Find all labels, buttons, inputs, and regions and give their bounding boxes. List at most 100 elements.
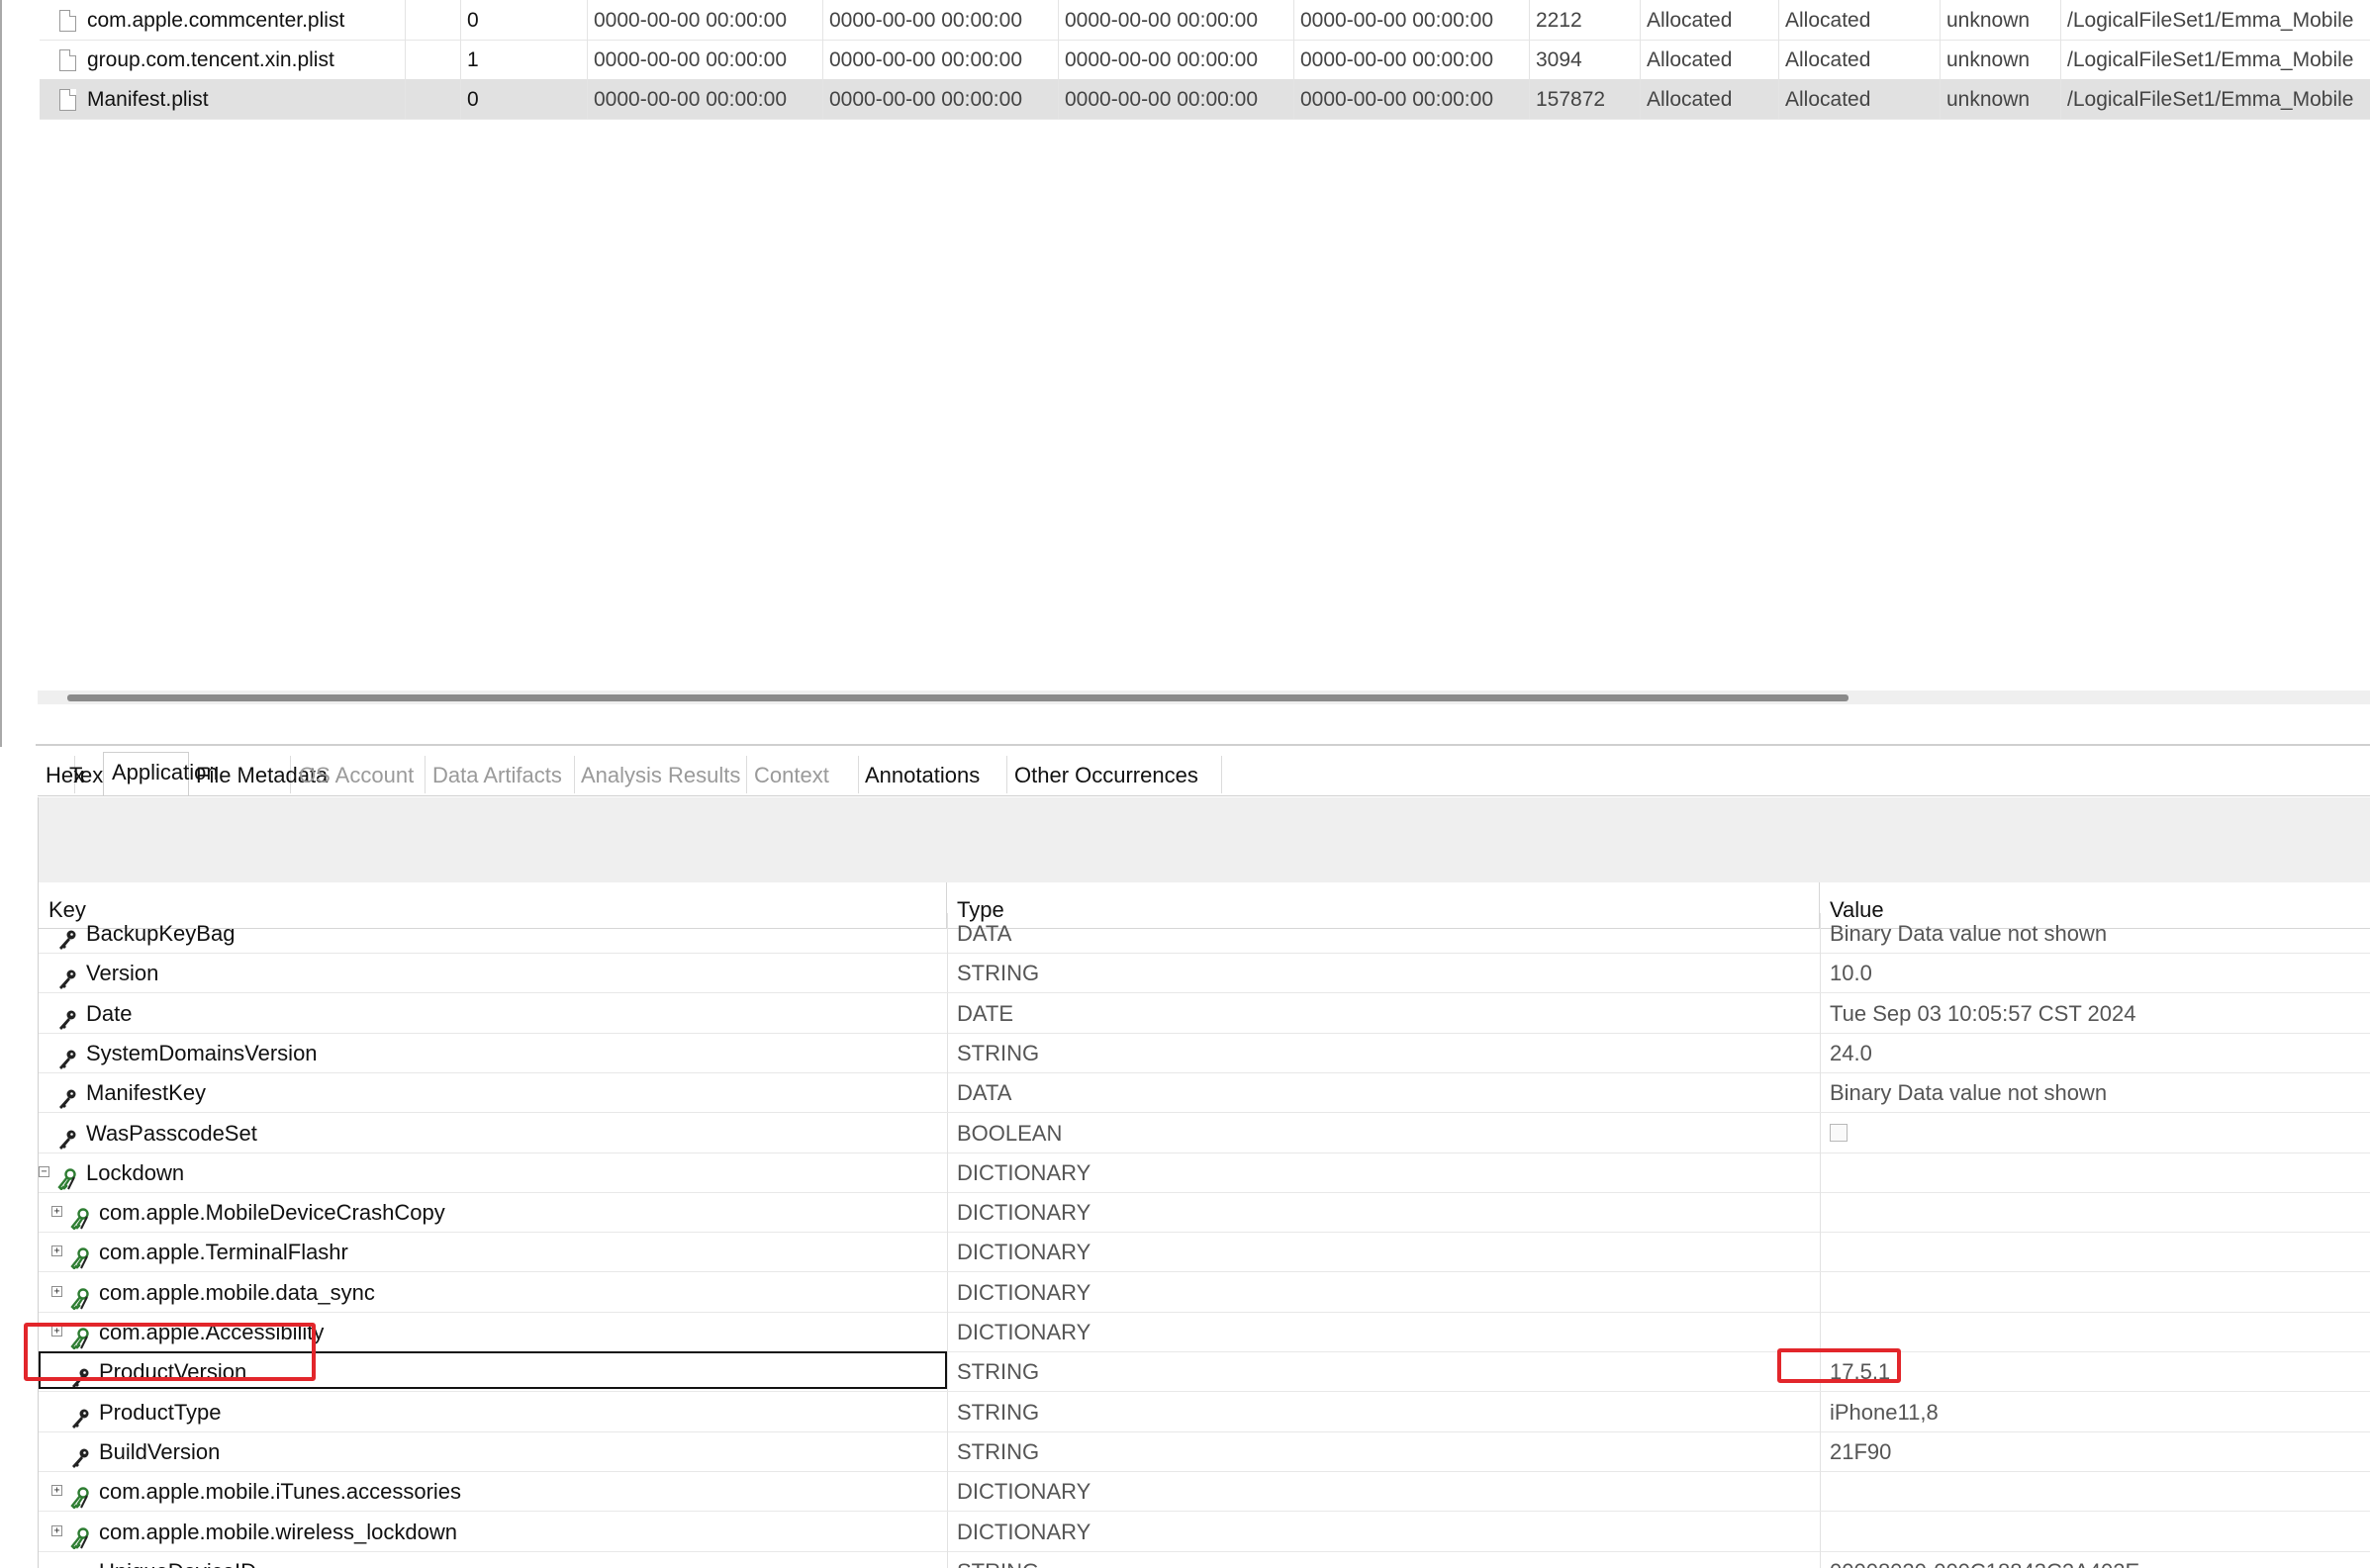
tree-row[interactable]: BuildVersion STRING 21F90: [39, 1430, 2370, 1472]
expand-toggle[interactable]: +: [51, 1206, 62, 1218]
tree-type-cell[interactable]: STRING: [947, 1032, 1820, 1072]
tree-type-cell[interactable]: DATA: [947, 913, 1820, 953]
tree-value-cell[interactable]: 00008020-000C18843C2A402E: [1820, 1550, 2370, 1568]
collapse-toggle[interactable]: −: [39, 1165, 49, 1177]
file-row[interactable]: group.com.tencent.xin.plist 1 0000-00-00 0…: [40, 40, 2370, 80]
tree-type-cell[interactable]: STRING: [947, 1430, 1820, 1471]
tree-value-cell[interactable]: 21F90: [1820, 1430, 2370, 1471]
tree-row[interactable]: + com.apple.mobile.iTunes.accessories DICT…: [39, 1471, 2370, 1513]
tree-key-cell[interactable]: SystemDomainsVersion: [39, 1033, 947, 1072]
file-known-cell[interactable]: unknown: [1941, 0, 2061, 40]
pane-divider[interactable]: [36, 744, 2370, 746]
tree-row[interactable]: WasPasscodeSet BOOLEAN: [39, 1112, 2370, 1153]
file-row[interactable]: Manifest.plist 0 0000-00-00 00:00:00 0000-0…: [40, 79, 2370, 120]
tab-annotations[interactable]: Annotations: [857, 756, 1007, 793]
file-name-cell[interactable]: com.apple.commcenter.plist: [40, 0, 406, 40]
tree-key-cell[interactable]: ManifestKey: [39, 1072, 947, 1112]
tree-value-cell[interactable]: Binary Data value not shown: [1820, 913, 2370, 953]
tree-key-cell[interactable]: + com.apple.TerminalFlashr: [39, 1232, 947, 1271]
file-flag-cell[interactable]: 0: [461, 79, 588, 119]
tree-type-cell[interactable]: BOOLEAN: [947, 1112, 1820, 1153]
tree-key-cell[interactable]: + com.apple.mobile.data_sync: [39, 1272, 947, 1312]
tree-row[interactable]: + com.apple.mobile.data_sync DICTIONARY: [39, 1271, 2370, 1313]
tree-value-cell[interactable]: 10.0: [1820, 953, 2370, 993]
file-created-cell[interactable]: 0000-00-00 00:00:00: [1294, 40, 1530, 79]
file-path-cell[interactable]: /LogicalFileSet1/Emma_Mobile: [2061, 79, 2370, 119]
tree-value-cell[interactable]: [1820, 1511, 2370, 1551]
file-flag-cell[interactable]: 1: [461, 40, 588, 79]
tab-other-occurrences[interactable]: Other Occurrences: [1006, 756, 1222, 793]
tree-type-cell[interactable]: DICTIONARY: [947, 1192, 1820, 1233]
expand-toggle[interactable]: +: [51, 1245, 62, 1257]
tree-key-cell[interactable]: BackupKeyBag: [39, 913, 947, 953]
tree-row[interactable]: Date DATE Tue Sep 03 10:05:57 CST 2024: [39, 992, 2370, 1034]
file-name-cell[interactable]: Manifest.plist: [40, 79, 406, 119]
file-modified-cell[interactable]: 0000-00-00 00:00:00: [588, 0, 823, 40]
tree-key-cell[interactable]: + com.apple.mobile.iTunes.accessories: [39, 1471, 947, 1511]
file-empty-cell[interactable]: [406, 40, 461, 79]
tree-value-cell[interactable]: iPhone11,8: [1820, 1391, 2370, 1431]
tree-type-cell[interactable]: STRING: [947, 1391, 1820, 1431]
file-empty-cell[interactable]: [406, 79, 461, 119]
tree-row[interactable]: + com.apple.Accessibility DICTIONARY: [39, 1312, 2370, 1352]
tree-value-cell[interactable]: [1820, 1271, 2370, 1312]
tree-row[interactable]: BackupKeyBag DATA Binary Data value not sh…: [39, 913, 2370, 954]
file-path-cell[interactable]: /LogicalFileSet1/Emma_Mobile: [2061, 0, 2370, 40]
file-meta-flag-cell[interactable]: Allocated: [1779, 79, 1941, 119]
tree-key-cell[interactable]: + com.apple.MobileDeviceCrashCopy: [39, 1192, 947, 1232]
file-created-cell[interactable]: 0000-00-00 00:00:00: [1294, 0, 1530, 40]
expand-toggle[interactable]: +: [51, 1485, 62, 1497]
file-meta-flag-cell[interactable]: Allocated: [1779, 40, 1941, 79]
file-accessed-cell[interactable]: 0000-00-00 00:00:00: [1059, 79, 1294, 119]
file-row[interactable]: com.apple.commcenter.plist 0 0000-00-00 00…: [40, 0, 2370, 41]
tree-value-cell[interactable]: [1820, 1112, 2370, 1153]
file-size-cell[interactable]: 2212: [1530, 0, 1641, 40]
tree-key-cell[interactable]: Date: [39, 993, 947, 1033]
tree-value-cell[interactable]: [1820, 1192, 2370, 1233]
file-modified-cell[interactable]: 0000-00-00 00:00:00: [588, 79, 823, 119]
file-changed-cell[interactable]: 0000-00-00 00:00:00: [823, 79, 1059, 119]
tree-type-cell[interactable]: DATE: [947, 992, 1820, 1033]
tree-type-cell[interactable]: DICTIONARY: [947, 1511, 1820, 1551]
tree-row[interactable]: − Lockdown DICTIONARY: [39, 1152, 2370, 1193]
file-changed-cell[interactable]: 0000-00-00 00:00:00: [823, 0, 1059, 40]
boolean-checkbox[interactable]: [1830, 1123, 1848, 1142]
tree-type-cell[interactable]: DICTIONARY: [947, 1232, 1820, 1272]
tree-row[interactable]: ManifestKey DATA Binary Data value not sho…: [39, 1072, 2370, 1114]
tree-type-cell[interactable]: DICTIONARY: [947, 1312, 1820, 1351]
file-name-cell[interactable]: group.com.tencent.xin.plist: [40, 40, 406, 79]
tree-key-cell[interactable]: UniqueDeviceID: [39, 1551, 947, 1568]
tree-key-cell[interactable]: − Lockdown: [39, 1153, 947, 1192]
tree-row[interactable]: + com.apple.mobile.wireless_lockdown DICTI…: [39, 1511, 2370, 1552]
file-dir-flag-cell[interactable]: Allocated: [1641, 79, 1779, 119]
tree-row[interactable]: + com.apple.TerminalFlashr DICTIONARY: [39, 1232, 2370, 1273]
tree-value-cell[interactable]: 17.5.1: [1820, 1351, 2370, 1392]
horizontal-scrollbar[interactable]: [38, 691, 2370, 704]
file-modified-cell[interactable]: 0000-00-00 00:00:00: [588, 40, 823, 79]
tree-row[interactable]: ProductVersion STRING 17.5.1: [39, 1351, 2370, 1393]
tree-value-cell[interactable]: 24.0: [1820, 1032, 2370, 1072]
tree-row[interactable]: + com.apple.MobileDeviceCrashCopy DICTIONA…: [39, 1192, 2370, 1234]
file-dir-flag-cell[interactable]: Allocated: [1641, 40, 1779, 79]
tree-key-cell[interactable]: WasPasscodeSet: [39, 1113, 947, 1153]
expand-toggle[interactable]: +: [51, 1524, 62, 1536]
tree-type-cell[interactable]: STRING: [947, 1550, 1820, 1568]
tree-value-cell[interactable]: [1820, 1471, 2370, 1512]
file-changed-cell[interactable]: 0000-00-00 00:00:00: [823, 40, 1059, 79]
file-size-cell[interactable]: 157872: [1530, 79, 1641, 119]
tree-row[interactable]: ProductType STRING iPhone11,8: [39, 1391, 2370, 1432]
expand-toggle[interactable]: +: [51, 1285, 62, 1297]
file-known-cell[interactable]: unknown: [1941, 40, 2061, 79]
file-accessed-cell[interactable]: 0000-00-00 00:00:00: [1059, 40, 1294, 79]
file-size-cell[interactable]: 3094: [1530, 40, 1641, 79]
scrollbar-thumb[interactable]: [67, 694, 1849, 701]
tree-row[interactable]: SystemDomainsVersion STRING 24.0: [39, 1032, 2370, 1073]
file-known-cell[interactable]: unknown: [1941, 79, 2061, 119]
file-dir-flag-cell[interactable]: Allocated: [1641, 0, 1779, 40]
tree-value-cell[interactable]: [1820, 1232, 2370, 1272]
file-created-cell[interactable]: 0000-00-00 00:00:00: [1294, 79, 1530, 119]
tree-key-cell[interactable]: ProductType: [39, 1392, 947, 1431]
tab-application[interactable]: Application: [103, 752, 219, 795]
tree-key-cell[interactable]: BuildVersion: [39, 1431, 947, 1471]
file-meta-flag-cell[interactable]: Allocated: [1779, 0, 1941, 40]
